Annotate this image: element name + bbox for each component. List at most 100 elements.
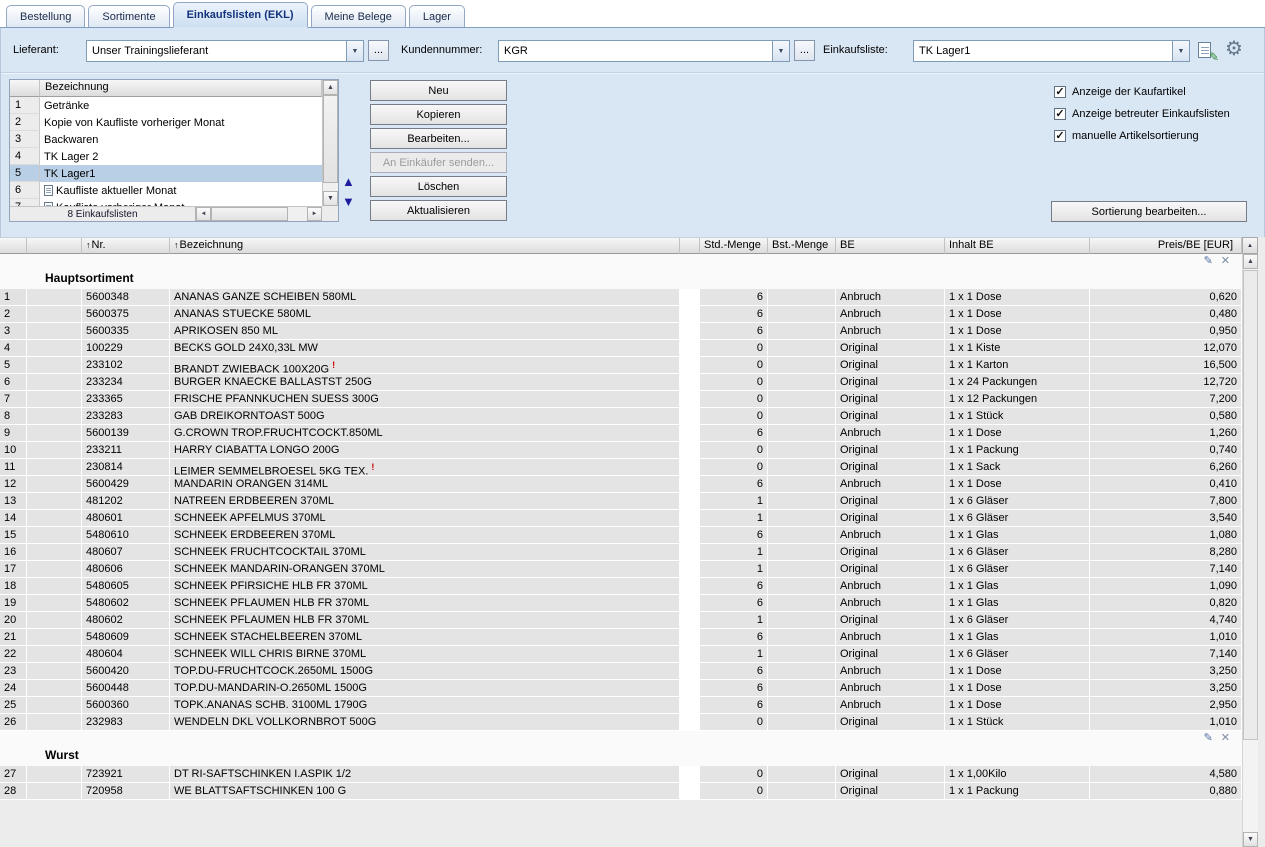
close-group-icon[interactable]: ✕: [1221, 256, 1230, 267]
scrollbar-track[interactable]: [323, 183, 338, 191]
table-row[interactable]: 26232983WENDELN DKL VOLLKORNBROT 500G0Or…: [0, 714, 1242, 731]
table-vertical-scrollbar[interactable]: ▲ ▼: [1242, 254, 1258, 847]
table-row[interactable]: 17480606SCHNEEK MANDARIN-ORANGEN 370ML1O…: [0, 561, 1242, 578]
scroll-down-icon[interactable]: ▼: [1243, 832, 1258, 847]
cell-std-menge[interactable]: 0: [700, 714, 768, 731]
table-row[interactable]: 4100229BECKS GOLD 24X0,33L MW0Original1 …: [0, 340, 1242, 357]
scroll-up-icon[interactable]: ▲: [323, 80, 338, 95]
table-row[interactable]: 15600348ANANAS GANZE SCHEIBEN 580ML6Anbr…: [0, 289, 1242, 306]
bearbeiten-button[interactable]: Bearbeiten...: [370, 128, 507, 149]
close-group-icon[interactable]: ✕: [1221, 733, 1230, 744]
checkbox-icon[interactable]: ✓: [1054, 86, 1066, 98]
table-row[interactable]: 125600429MANDARIN ORANGEN 314ML6Anbruch1…: [0, 476, 1242, 493]
table-row[interactable]: 5233102BRANDT ZWIEBACK 100X20G!0Original…: [0, 357, 1242, 374]
cell-std-menge[interactable]: 6: [700, 629, 768, 646]
scrollbar-thumb[interactable]: [1243, 270, 1258, 740]
sortierung-bearbeiten-button[interactable]: Sortierung bearbeiten...: [1051, 201, 1247, 222]
cell-std-menge[interactable]: 6: [700, 306, 768, 323]
list-number-column-header[interactable]: [10, 80, 40, 97]
table-row[interactable]: 215480609SCHNEEK STACHELBEEREN 370ML6Anb…: [0, 629, 1242, 646]
table-row[interactable]: 20480602SCHNEEK PFLAUMEN HLB FR 370ML1Or…: [0, 612, 1242, 629]
cell-std-menge[interactable]: 6: [700, 425, 768, 442]
table-row[interactable]: 35600335APRIKOSEN 850 ML6Anbruch1 x 1 Do…: [0, 323, 1242, 340]
edit-list-icon[interactable]: ✎: [1197, 40, 1217, 61]
table-row[interactable]: 245600448TOP.DU-MANDARIN-O.2650ML 1500G6…: [0, 680, 1242, 697]
edit-group-icon[interactable]: ✎: [1204, 733, 1213, 744]
gear-icon[interactable]: ⚙: [1222, 37, 1246, 61]
scroll-left-icon[interactable]: ◄: [196, 207, 211, 221]
kundennummer-dropdown-icon[interactable]: ▼: [772, 41, 789, 61]
cell-std-menge[interactable]: 0: [700, 374, 768, 391]
cell-std-menge[interactable]: 0: [700, 340, 768, 357]
tab-meine-belege[interactable]: Meine Belege: [311, 5, 406, 27]
cell-std-menge[interactable]: 0: [700, 766, 768, 783]
tab-bestellung[interactable]: Bestellung: [6, 5, 85, 27]
move-up-icon[interactable]: ▲: [342, 175, 355, 188]
lieferant-combobox[interactable]: Unser Trainingslieferant ▼: [86, 40, 364, 62]
column-header-bst-menge[interactable]: Bst.-Menge: [768, 238, 836, 254]
lieferant-dropdown-icon[interactable]: ▼: [346, 41, 363, 61]
table-row[interactable]: 6233234BURGER KNAECKE BALLASTST 250G0Ori…: [0, 374, 1242, 391]
table-row[interactable]: 13481202NATREEN ERDBEEREN 370ML1Original…: [0, 493, 1242, 510]
column-header-std-menge[interactable]: Std.-Menge: [700, 238, 768, 254]
option-manuelle-artikelsortierung[interactable]: ✓manuelle Artikelsortierung: [1054, 125, 1230, 147]
table-row[interactable]: 195480602SCHNEEK PFLAUMEN HLB FR 370ML6A…: [0, 595, 1242, 612]
cell-std-menge[interactable]: 0: [700, 783, 768, 800]
cell-std-menge[interactable]: 6: [700, 680, 768, 697]
table-row[interactable]: 185480605SCHNEEK PFIRSICHE HLB FR 370ML6…: [0, 578, 1242, 595]
cell-std-menge[interactable]: 6: [700, 697, 768, 714]
column-header-bezeichnung[interactable]: ↑Bezeichnung: [170, 238, 680, 254]
list-item-tk-lager-2[interactable]: 4TK Lager 2: [10, 148, 322, 165]
cell-std-menge[interactable]: 0: [700, 408, 768, 425]
kopieren-button[interactable]: Kopieren: [370, 104, 507, 125]
table-row[interactable]: 10233211HARRY CIABATTA LONGO 200G0Origin…: [0, 442, 1242, 459]
table-row[interactable]: 155480610SCHNEEK ERDBEEREN 370ML6Anbruch…: [0, 527, 1242, 544]
edit-group-icon[interactable]: ✎: [1204, 256, 1213, 267]
cell-std-menge[interactable]: 0: [700, 459, 768, 476]
option-anzeige-der-kaufartikel[interactable]: ✓Anzeige der Kaufartikel: [1054, 81, 1230, 103]
cell-std-menge[interactable]: 6: [700, 578, 768, 595]
table-row[interactable]: 8233283GAB DREIKORNTOAST 500G0Original1 …: [0, 408, 1242, 425]
column-header-be[interactable]: BE: [836, 238, 945, 254]
table-row[interactable]: 7233365FRISCHE PFANNKUCHEN SUESS 300G0Or…: [0, 391, 1242, 408]
cell-std-menge[interactable]: 1: [700, 510, 768, 527]
list-horizontal-scrollbar[interactable]: 8 Einkaufslisten ◄ ►: [10, 206, 322, 221]
cell-std-menge[interactable]: 0: [700, 442, 768, 459]
tab-lager[interactable]: Lager: [409, 5, 465, 27]
table-row[interactable]: 11230814LEIMER SEMMELBROESEL 5KG TEX.!0O…: [0, 459, 1242, 476]
cell-std-menge[interactable]: 0: [700, 357, 768, 374]
cell-std-menge[interactable]: 1: [700, 561, 768, 578]
scroll-right-icon[interactable]: ►: [307, 207, 322, 221]
tab-einkaufslisten-ekl[interactable]: Einkaufslisten (EKL): [173, 2, 308, 28]
table-row[interactable]: 255600360TOPK.ANANAS SCHB. 3100ML 1790G6…: [0, 697, 1242, 714]
column-header-preis-be-eur[interactable]: Preis/BE [EUR]: [1090, 238, 1242, 254]
einkaufsliste-dropdown-icon[interactable]: ▼: [1172, 41, 1189, 61]
list-item-kaufliste-aktueller-monat[interactable]: 6Kaufliste aktueller Monat: [10, 182, 322, 199]
table-row[interactable]: 14480601SCHNEEK APFELMUS 370ML1Original1…: [0, 510, 1242, 527]
hscroll-track[interactable]: [211, 207, 307, 221]
column-header-nr[interactable]: ↑Nr.: [82, 238, 170, 254]
list-vertical-scrollbar[interactable]: ▲ ▼: [322, 80, 338, 206]
list-item-tk-lager1[interactable]: 5TK Lager1: [10, 165, 322, 182]
table-row[interactable]: 28720958WE BLATTSAFTSCHINKEN 100 G0Origi…: [0, 783, 1242, 800]
list-item-kaufliste-vorheriger-monat[interactable]: 7Kaufliste vorheriger Monat: [10, 199, 322, 206]
checkbox-icon[interactable]: ✓: [1054, 108, 1066, 120]
kundennummer-combobox[interactable]: KGR ▼: [498, 40, 790, 62]
list-item-getr-nke[interactable]: 1Getränke: [10, 97, 322, 114]
list-item-kopie-von-kaufliste-vorheriger-monat[interactable]: 2Kopie von Kaufliste vorheriger Monat: [10, 114, 322, 131]
checkbox-icon[interactable]: ✓: [1054, 130, 1066, 142]
table-row[interactable]: 95600139G.CROWN TROP.FRUCHTCOCKT.850ML6A…: [0, 425, 1242, 442]
list-item-backwaren[interactable]: 3Backwaren: [10, 131, 322, 148]
lieferant-browse-button[interactable]: ...: [368, 40, 389, 61]
kundennummer-browse-button[interactable]: ...: [794, 40, 815, 61]
cell-std-menge[interactable]: 6: [700, 476, 768, 493]
scroll-down-icon[interactable]: ▼: [323, 191, 338, 206]
hscroll-thumb[interactable]: [211, 207, 288, 221]
cell-std-menge[interactable]: 1: [700, 493, 768, 510]
cell-std-menge[interactable]: 6: [700, 663, 768, 680]
aktualisieren-button[interactable]: Aktualisieren: [370, 200, 507, 221]
cell-std-menge[interactable]: 6: [700, 323, 768, 340]
cell-std-menge[interactable]: 6: [700, 289, 768, 306]
l-schen-button[interactable]: Löschen: [370, 176, 507, 197]
table-row[interactable]: 25600375ANANAS STUECKE 580ML6Anbruch1 x …: [0, 306, 1242, 323]
